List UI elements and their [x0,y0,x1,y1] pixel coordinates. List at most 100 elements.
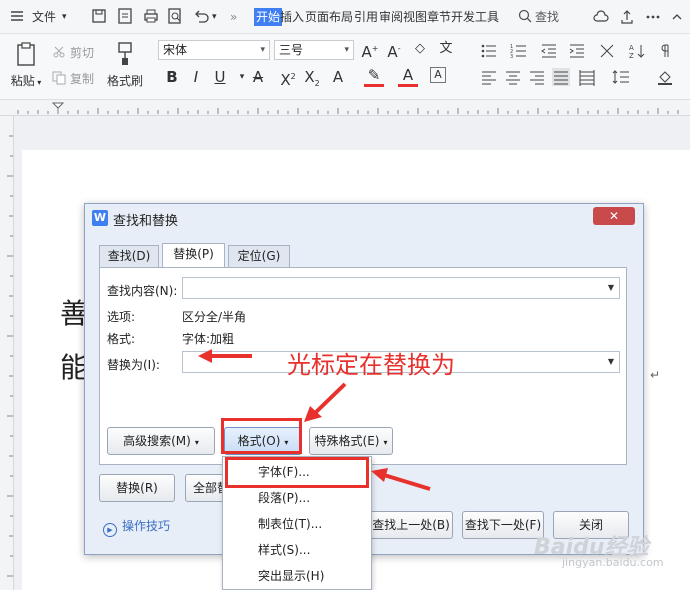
replace-history-chevron-icon[interactable]: ▼ [608,357,614,366]
tab-home[interactable]: 开始 [254,8,283,26]
bold-button[interactable]: B [162,67,182,87]
tab-references[interactable]: 引用 [354,8,378,26]
clipboard-icon [12,40,40,68]
tab-insert[interactable]: 插入 [280,8,304,26]
font-name-select[interactable]: 宋体 ▾ [158,40,270,60]
print-preview-icon[interactable] [166,7,184,25]
menu-item-highlight[interactable]: 突出显示(H) [227,563,367,589]
search-icon[interactable] [516,7,534,25]
shrink-font-icon[interactable]: A- [384,39,404,61]
advanced-chevron-icon: ▾ [194,438,199,447]
font-size-value: 三号 [279,43,304,57]
show-marks-icon[interactable] [658,42,676,60]
superscript-button[interactable]: X2 [278,67,298,89]
file-menu-chevron-icon[interactable]: ▾ [62,8,67,26]
tab-goto[interactable]: 定位(G) [228,245,290,267]
arrow-to-format-button [304,382,347,422]
copy-button[interactable]: 复制 [52,70,94,87]
sort-icon[interactable]: AZ [628,42,646,60]
cloud-sync-icon[interactable] [592,8,610,26]
paintbrush-icon [111,40,139,68]
more-options-icon[interactable] [644,8,662,26]
shading-icon[interactable] [656,68,674,86]
bullets-icon[interactable] [480,42,498,60]
format-painter-label: 格式刷 [106,74,143,88]
share-icon[interactable] [618,8,636,26]
cut-button[interactable]: 剪切 [52,44,94,61]
tips-link[interactable]: ▶ 操作技巧 [103,517,170,537]
horizontal-ruler[interactable] [0,100,690,116]
font-size-select[interactable]: 三号 ▾ [274,40,354,60]
text-effect-button[interactable]: A [328,67,348,87]
subscript-button[interactable]: X2 [302,67,322,88]
undo-icon[interactable] [192,7,210,25]
vertical-ruler[interactable] [0,116,14,590]
underline-button[interactable]: U [210,67,230,87]
char-border-icon[interactable]: A [430,67,446,83]
find-next-button[interactable]: 查找下一处(F) [462,511,544,539]
copy-icon [52,71,66,85]
highlight-color-icon[interactable]: ✎ [364,67,384,87]
save-icon[interactable] [90,7,108,25]
tab-replace[interactable]: 替换(P) [162,243,225,268]
replace-button[interactable]: 替换(R) [99,474,175,502]
advanced-search-button[interactable]: 高级搜索(M) ▾ [107,427,215,455]
advanced-search-label: 高级搜索(M) [123,434,191,448]
dialog-title-bar[interactable]: W 查找和替换 ✕ [85,204,643,232]
find-history-chevron-icon[interactable]: ▼ [608,283,614,292]
format-painter-button[interactable]: 格式刷 [104,40,146,89]
search-label[interactable]: 查找 [535,8,559,26]
tab-review[interactable]: 审阅 [379,8,403,26]
numbering-icon[interactable]: 123 [510,42,528,60]
baidu-watermark-url: jingyan.baidu.com [562,556,664,569]
svg-text:A: A [629,44,634,52]
special-format-label: 特殊格式(E) [314,434,380,448]
dialog-title: 查找和替换 [113,214,179,229]
tab-developer[interactable]: 开发工具 [451,8,499,26]
menu-bar: 文件 ▾ ▾ » 开始 插入 页面布局 引用 审阅 视图 章节 开发工具 查找 [0,0,690,34]
menu-item-style[interactable]: 样式(S)... [227,537,367,563]
font-item-highlight [225,457,369,488]
distributed-icon[interactable] [578,68,596,86]
italic-button[interactable]: I [186,67,206,87]
font-color-icon[interactable]: A [398,67,418,87]
paste-button[interactable]: 粘贴 ▾ [6,40,46,89]
play-icon: ▶ [103,523,117,537]
find-label: 查找内容(N): [107,284,178,298]
chinese-layout-icon[interactable] [598,42,616,60]
grow-font-icon[interactable]: A+ [360,39,380,61]
line-spacing-icon[interactable] [612,68,630,86]
arrow-to-font-item [371,468,431,491]
export-pdf-icon[interactable] [116,7,134,25]
menu-item-tabs[interactable]: 制表位(T)... [227,511,367,537]
svg-text:Z: Z [629,52,634,60]
clear-format-icon[interactable]: ◇ [410,39,430,59]
paste-label: 粘贴 [10,74,35,88]
dialog-close-icon[interactable]: ✕ [593,207,635,225]
tab-find[interactable]: 查找(D) [99,245,159,267]
tab-chapter[interactable]: 章节 [427,8,451,26]
print-icon[interactable] [142,7,160,25]
phonetic-guide-icon[interactable]: 文 [436,39,456,59]
strikethrough-button[interactable]: A [248,67,268,87]
menu-item-paragraph[interactable]: 段落(P)... [227,485,367,511]
tab-page-layout[interactable]: 页面布局 [305,8,353,26]
align-left-icon[interactable] [480,68,498,86]
align-center-icon[interactable] [504,68,522,86]
ruler-ticks [17,102,679,114]
special-format-button[interactable]: 特殊格式(E) ▾ [309,427,393,455]
justify-icon[interactable] [552,68,570,86]
find-previous-button[interactable]: 查找上一处(B) [369,511,453,539]
undo-chevron-icon[interactable]: ▾ [212,8,217,26]
decrease-indent-icon[interactable] [540,42,558,60]
file-menu[interactable]: 文件 [32,8,56,26]
increase-indent-icon[interactable] [568,42,586,60]
hamburger-menu-icon[interactable] [8,7,26,25]
more-icon[interactable]: » [230,8,237,26]
find-input[interactable]: ▼ [182,277,620,299]
cut-label: 剪切 [70,46,95,60]
tab-view[interactable]: 视图 [403,8,427,26]
align-right-icon[interactable] [528,68,546,86]
svg-text:3: 3 [510,54,513,60]
collapse-ribbon-icon[interactable] [668,8,686,26]
